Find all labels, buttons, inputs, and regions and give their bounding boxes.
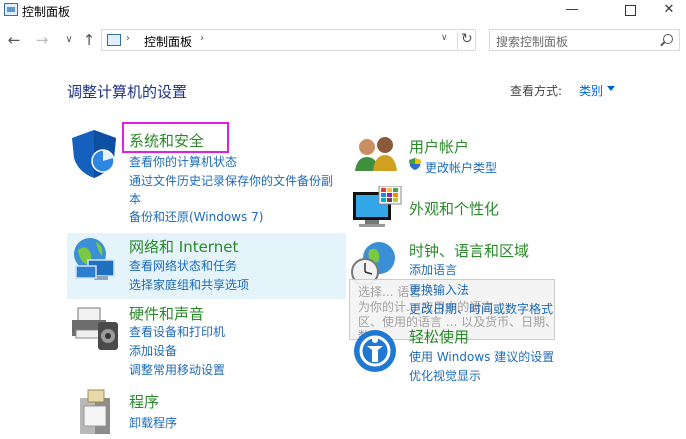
minimize-button[interactable]: —: [549, 0, 595, 22]
dropdown-caret-icon[interactable]: [607, 86, 615, 91]
link-mobility-settings[interactable]: 调整常用移动设置: [129, 361, 225, 378]
link-view-computer-status[interactable]: 查看你的计算机状态: [129, 153, 237, 170]
maximize-button[interactable]: [607, 0, 653, 22]
ease-of-access-icon[interactable]: [352, 328, 398, 374]
link-add-language[interactable]: 添加语言: [409, 261, 457, 278]
highlight-box: [122, 122, 229, 153]
window-title: 控制面板: [22, 5, 71, 19]
network-globe-icon[interactable]: [70, 236, 122, 284]
search-placeholder: 搜索控制面板: [496, 35, 569, 49]
link-optimize-visual-display[interactable]: 优化视觉显示: [409, 367, 481, 384]
programs-box-icon[interactable]: [76, 388, 116, 436]
page-title: 调整计算机的设置: [67, 83, 188, 101]
category-clock-language-region[interactable]: 时钟、语言和区域: [409, 240, 529, 261]
link-view-network-status[interactable]: 查看网络状态和任务: [129, 257, 237, 274]
breadcrumb-chevron-icon[interactable]: ›: [126, 33, 130, 44]
breadcrumb-control-panel[interactable]: 控制面板: [144, 33, 192, 50]
uac-shield-icon: [409, 158, 421, 170]
link-change-date-time-format[interactable]: 更改日期、时间或数字格式: [409, 300, 553, 317]
category-network-internet[interactable]: 网络和 Internet: [129, 236, 238, 257]
category-appearance-personalization[interactable]: 外观和个性化: [409, 198, 499, 219]
link-backup-restore[interactable]: 备份和还原(Windows 7): [129, 208, 263, 225]
address-bar[interactable]: › 控制面板 › ∨ ↻: [101, 29, 476, 51]
link-file-history-backup-cont[interactable]: 本: [129, 190, 141, 207]
users-icon[interactable]: [351, 133, 403, 175]
navigation-bar: ← → ∨ ↑ › 控制面板 › ∨ ↻ 搜索控制面板: [0, 27, 686, 55]
control-panel-icon: [4, 3, 18, 16]
view-by-dropdown[interactable]: 类别: [579, 82, 603, 99]
view-by-label: 查看方式:: [510, 84, 563, 98]
monitor-palette-icon[interactable]: [351, 186, 403, 230]
title-bar: 控制面板 — ✕: [0, 0, 686, 22]
link-add-device[interactable]: 添加设备: [129, 342, 177, 359]
breadcrumb-chevron-icon[interactable]: ›: [200, 33, 204, 44]
link-uninstall-program[interactable]: 卸载程序: [129, 414, 177, 431]
category-programs[interactable]: 程序: [129, 391, 159, 412]
category-hardware-sound[interactable]: 硬件和声音: [129, 303, 204, 324]
printer-icon[interactable]: [68, 302, 122, 352]
address-dropdown-chevron-icon[interactable]: ∨: [441, 33, 448, 43]
search-input[interactable]: 搜索控制面板: [489, 29, 680, 51]
up-arrow-icon[interactable]: ↑: [81, 31, 97, 49]
shield-icon[interactable]: [70, 128, 120, 180]
refresh-icon[interactable]: ↻: [457, 31, 473, 50]
link-windows-recommended-settings[interactable]: 使用 Windows 建议的设置: [409, 348, 554, 365]
maximize-icon: [624, 5, 636, 16]
link-change-input-method[interactable]: 更换输入法: [409, 281, 469, 298]
category-ease-of-access[interactable]: 轻松使用: [409, 326, 469, 347]
close-button[interactable]: ✕: [652, 0, 686, 22]
recent-locations-chevron-icon[interactable]: ∨: [61, 31, 77, 49]
control-panel-icon: [107, 34, 121, 46]
link-homegroup-sharing[interactable]: 选择家庭组和共享选项: [129, 276, 249, 293]
back-arrow-icon[interactable]: ←: [6, 31, 22, 49]
forward-arrow-icon[interactable]: →: [34, 31, 50, 49]
link-change-account-type[interactable]: 更改帐户类型: [425, 159, 497, 176]
category-user-accounts[interactable]: 用户帐户: [409, 136, 469, 157]
link-file-history-backup[interactable]: 通过文件历史记录保存你的文件备份副: [129, 172, 333, 189]
search-icon[interactable]: [663, 34, 673, 44]
link-devices-printers[interactable]: 查看设备和打印机: [129, 323, 225, 340]
